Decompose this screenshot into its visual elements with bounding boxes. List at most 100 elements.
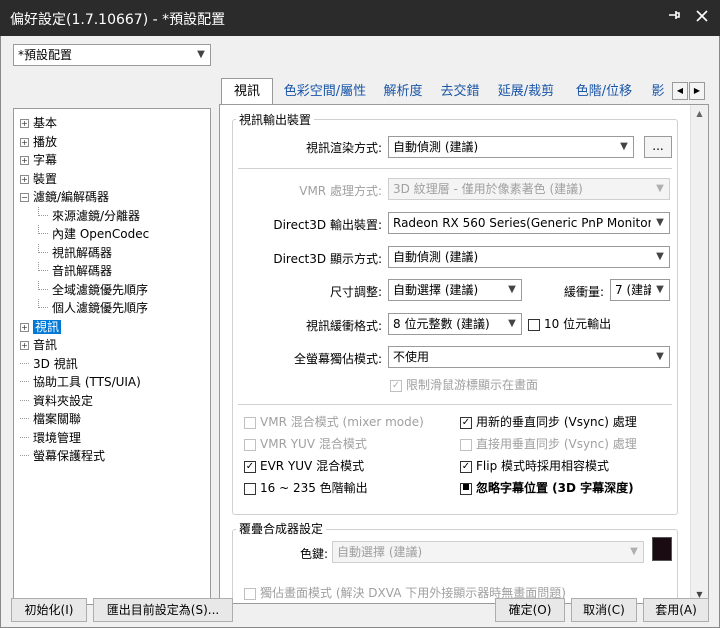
tab[interactable]: 解析度	[377, 80, 429, 105]
tab-scroll-left-icon[interactable]: ◀	[672, 82, 688, 100]
tree-item[interactable]: + 字幕	[20, 151, 57, 169]
tab[interactable]: 視訊	[221, 78, 273, 106]
tree-item[interactable]: 3D 視訊	[20, 355, 78, 373]
tab[interactable]: 色彩空間/屬性	[277, 80, 373, 105]
vmr-mixer-checkbox[interactable]: VMR 混合模式 (mixer mode)	[244, 414, 424, 432]
tree-item[interactable]: 螢幕保護程式	[20, 447, 105, 465]
tree-item[interactable]: + 裝置	[20, 170, 57, 188]
d3d-display-select[interactable]: 自動偵測 (建議) ▼	[388, 246, 670, 268]
tree-line	[20, 429, 29, 438]
ok-button[interactable]: 確定(O)	[495, 598, 565, 622]
chevron-down-icon: ▼	[615, 137, 633, 157]
tree-item[interactable]: 個人濾鏡優先順序	[38, 299, 148, 317]
chevron-down-icon: ▼	[651, 213, 669, 233]
fullscreen-select[interactable]: 不使用 ▼	[388, 346, 670, 368]
close-icon[interactable]	[690, 6, 714, 30]
fullscreen-select-value: 不使用	[393, 350, 430, 364]
tree-line	[38, 206, 48, 216]
cancel-button[interactable]: 取消(C)	[571, 598, 637, 622]
profile-select-value: *預設配置	[18, 48, 73, 62]
tab-scroll-right-icon[interactable]: ▶	[689, 82, 705, 100]
tree-line	[38, 280, 48, 290]
pin-icon[interactable]	[662, 6, 686, 30]
buffer-format-select[interactable]: 8 位元整數 (建議) ▼	[388, 313, 522, 335]
renderer-select[interactable]: 自動偵測 (建議) ▼	[388, 136, 634, 158]
scroll-up-icon[interactable]: ▲	[691, 105, 708, 122]
tree-item[interactable]: 協助工具 (TTS/UIA)	[20, 373, 141, 391]
tree-line	[20, 373, 29, 382]
expand-icon[interactable]: +	[20, 174, 29, 184]
expand-icon[interactable]: +	[20, 322, 29, 332]
evr-yuv-checkbox[interactable]: ✓ EVR YUV 混合模式	[244, 458, 364, 476]
ignore-subtitle-position-checkbox[interactable]: 忽略字幕位置 (3D 字幕深度)	[460, 480, 634, 498]
tab[interactable]: 延展/裁剪	[491, 80, 561, 105]
chevron-down-icon: ▼	[651, 247, 669, 267]
expand-icon[interactable]: +	[20, 341, 29, 350]
tree-item[interactable]: 來源濾鏡/分離器	[38, 206, 140, 225]
settings-tree[interactable]: + 基本 + 播放 + 字幕 + 裝置 − 濾鏡/編解碼器 來源濾鏡/分離器 內建 OpenCodec…	[13, 108, 211, 605]
vsync-direct-label: 直接用垂直同步 (Vsync) 處理	[476, 437, 637, 451]
divider	[238, 168, 672, 169]
collapse-icon[interactable]: −	[20, 193, 29, 202]
tree-item[interactable]: 音訊解碼器	[38, 262, 112, 280]
vmr-mode-select[interactable]: 3D 紋理層 - 僅用於像素著色 (建議) ▼	[388, 178, 670, 200]
tab[interactable]: 影	[647, 80, 669, 105]
expand-icon[interactable]: +	[20, 156, 29, 165]
tree-item[interactable]: 內建 OpenCodec	[38, 225, 149, 243]
vsync-new-checkbox[interactable]: ✓ 用新的垂直同步 (Vsync) 處理	[460, 414, 637, 432]
chevron-down-icon: ▼	[651, 280, 669, 300]
tree-item-label: 個人濾鏡優先順序	[52, 301, 149, 315]
tree-item[interactable]: + 音訊	[20, 336, 57, 354]
resize-label: 尺寸調整:	[329, 285, 382, 299]
colorkey-color-swatch[interactable]	[652, 537, 672, 561]
vsync-direct-checkbox[interactable]: 直接用垂直同步 (Vsync) 處理	[460, 436, 637, 454]
tree-item[interactable]: 視訊解碼器	[38, 243, 112, 262]
tab[interactable]: 色階/位移	[565, 80, 643, 105]
profile-select[interactable]: *預設配置 ▼	[13, 44, 211, 66]
tree-line	[38, 225, 48, 234]
tree-item[interactable]: 環境管理	[20, 429, 81, 447]
tree-item[interactable]: + 播放	[20, 133, 57, 151]
export-settings-button[interactable]: 匯出目前設定為(S)...	[93, 598, 233, 622]
divider	[238, 404, 672, 405]
tree-item[interactable]: 資料夾設定	[20, 392, 93, 410]
tenbit-output-checkbox[interactable]: 10 位元輸出	[528, 316, 611, 334]
tree-line	[20, 355, 29, 364]
apply-button[interactable]: 套用(A)	[643, 598, 709, 622]
tree-item-label: 環境管理	[33, 430, 82, 445]
tree-item-label: 檔案關聯	[33, 412, 82, 426]
tab[interactable]: 去交錯	[433, 80, 487, 105]
resize-select[interactable]: 自動選擇 (建議) ▼	[388, 279, 522, 301]
tree-line	[20, 447, 29, 456]
panel-scrollbar[interactable]: ▲ ▼	[690, 105, 708, 603]
buffer-select[interactable]: 7 (建議 ▼	[610, 279, 670, 301]
tree-item[interactable]: + 基本	[20, 114, 57, 132]
resize-select-value: 自動選擇 (建議)	[393, 283, 479, 297]
tree-item[interactable]: 檔案關聯	[20, 410, 81, 428]
tree-item[interactable]: − 濾鏡/編解碼器	[20, 188, 109, 206]
vmr-yuv-checkbox[interactable]: VMR YUV 混合模式	[244, 436, 367, 454]
d3d-device-select[interactable]: Radeon RX 560 Series(Generic PnP Monitor…	[388, 212, 670, 234]
tree-item[interactable]: + 視訊	[20, 318, 62, 336]
renderer-settings-button[interactable]: ...	[644, 136, 672, 158]
tree-item[interactable]: 全域濾鏡優先順序	[38, 280, 149, 299]
buffer-select-value: 7 (建議	[615, 283, 656, 297]
expand-icon[interactable]: +	[20, 119, 29, 128]
checkbox-box	[244, 482, 256, 495]
overlay-group-title: 覆疊合成器設定	[236, 520, 327, 537]
tree-item-label: 協助工具 (TTS/UIA)	[33, 375, 141, 389]
range-output-checkbox[interactable]: 16 ~ 235 色階輸出	[244, 480, 368, 498]
video-settings-panel: 視訊輸出裝置 視訊渲染方式: 自動偵測 (建議) ▼ ... VMR 處理方式:…	[219, 104, 709, 604]
tree-item-label: 全域濾鏡優先順序	[52, 282, 149, 297]
tab-strip: 影色階/位移 延展/裁剪 去交錯 解析度 色彩空間/屬性 視訊 ◀ ▶	[221, 78, 720, 106]
colorkey-select[interactable]: 自動選擇 (建議) ▼	[332, 541, 644, 563]
reset-button[interactable]: 初始化(I)	[11, 598, 87, 622]
buffer-format-label: 視訊緩衝格式:	[305, 319, 382, 333]
expand-icon[interactable]: +	[20, 137, 29, 147]
d3d-display-select-value: 自動偵測 (建議)	[393, 250, 479, 264]
limit-mouse-checkbox[interactable]: ✓ 限制滑鼠游標顯示在畫面	[390, 377, 538, 395]
colorkey-select-value: 自動選擇 (建議)	[337, 545, 423, 559]
colorkey-label: 色鍵:	[299, 547, 328, 561]
flip-compat-checkbox[interactable]: ✓ Flip 模式時採用相容模式	[460, 458, 609, 476]
buffer-format-select-value: 8 位元整數 (建議)	[393, 317, 490, 331]
